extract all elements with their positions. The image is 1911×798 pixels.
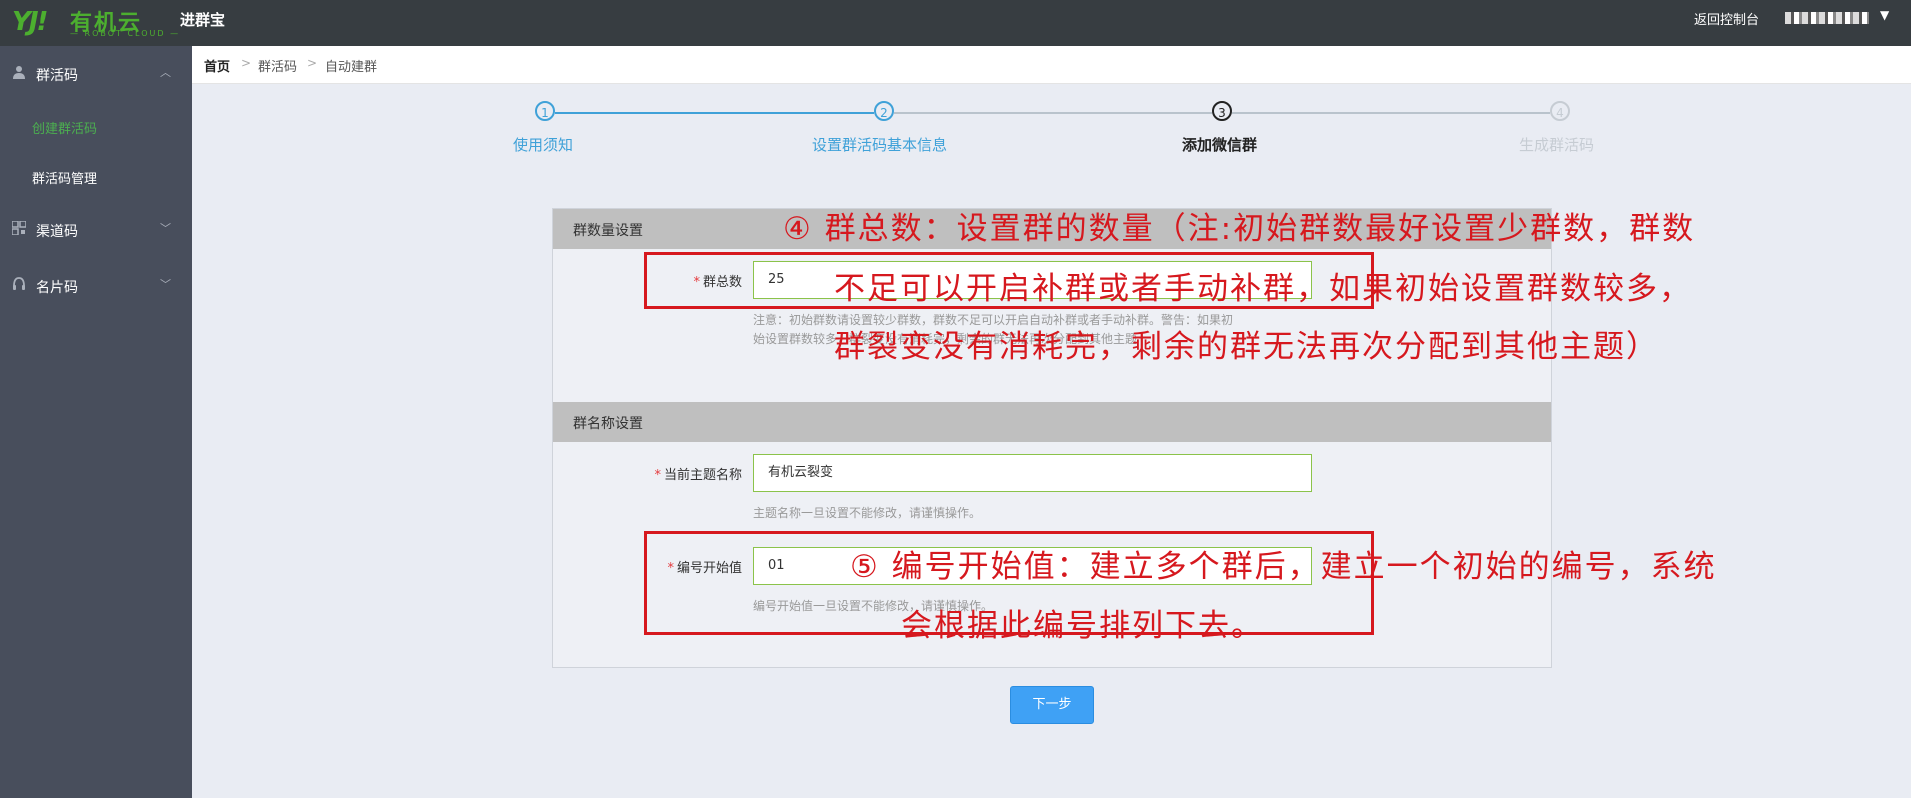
sidebar-item-channel-qr[interactable]: 渠道码 ﹀: [0, 210, 192, 250]
step-1-label: 使用须知: [513, 136, 574, 154]
chevron-down-icon: ﹀: [160, 222, 171, 235]
breadcrumb-current: 自动建群: [325, 60, 378, 75]
brand-logo[interactable]: YJ! 有机云 — ROBOT CLOUD —: [12, 5, 178, 39]
product-name: 进群宝: [180, 11, 226, 29]
user-name-blurred[interactable]: [1785, 12, 1869, 24]
annotation-note-4-line-2: 不足可以开启补群或者手动补群，如果初始设置群数较多，: [834, 271, 1692, 307]
annotation-note-5-line-2: 会根据此编号排列下去。: [901, 608, 1264, 644]
step-connector: [1232, 112, 1550, 114]
logo-mark: YJ!: [12, 7, 48, 37]
top-bar: YJ! 有机云 — ROBOT CLOUD — 进群宝 返回控制台 ▼: [0, 0, 1911, 46]
next-step-button[interactable]: 下一步: [1010, 686, 1094, 724]
user-icon: [13, 66, 25, 79]
breadcrumb-home[interactable]: 首页: [204, 56, 230, 75]
theme-name-label: * 当前主题名称: [654, 468, 742, 483]
chevron-up-icon: ︿: [160, 66, 171, 79]
qr-grid-icon: [12, 221, 26, 235]
step-2-label: 设置群活码基本信息: [812, 136, 948, 154]
sidebar: 群活码 ︿ 创建群活码 群活码管理 渠道码 ﹀ 名片码 ﹀: [0, 46, 192, 798]
theme-name-hint: 主题名称一旦设置不能修改，请谨慎操作。: [753, 506, 982, 520]
chevron-down-icon: ﹀: [160, 278, 171, 291]
breadcrumb-item[interactable]: 群活码: [258, 56, 297, 75]
annotation-note-4-line-1: ④ 群总数：设置群的数量（注:初始群数最好设置少群数，群数: [783, 211, 1696, 247]
section-title: 群名称设置: [573, 416, 643, 432]
step-connector: [894, 112, 1212, 114]
annotation-note-4-line-3: 群裂变没有消耗完，剩余的群无法再次分配到其他主题）: [834, 329, 1659, 365]
step-3-label: 添加微信群: [1182, 136, 1258, 154]
breadcrumb-separator-icon: >: [307, 56, 318, 70]
step-4-circle: 4: [1550, 101, 1570, 121]
step-connector: [555, 112, 874, 114]
theme-name-input[interactable]: 有机云裂变: [753, 454, 1312, 492]
step-2-circle: 2: [874, 101, 894, 121]
sidebar-item-label: 渠道码: [36, 224, 78, 240]
headset-icon: [13, 277, 25, 290]
breadcrumb-separator-icon: >: [241, 56, 252, 70]
sidebar-subitem-create[interactable]: 创建群活码: [32, 118, 97, 137]
sidebar-item-label: 名片码: [36, 280, 78, 296]
sidebar-item-card-qr[interactable]: 名片码 ﹀: [0, 266, 192, 306]
logo-subtext: — ROBOT CLOUD —: [70, 29, 181, 38]
step-1-circle: 1: [535, 101, 555, 121]
user-menu-caret-icon[interactable]: ▼: [1880, 8, 1889, 22]
sidebar-item-group-qr[interactable]: 群活码 ︿: [0, 54, 192, 94]
sidebar-subitem-manage[interactable]: 群活码管理: [32, 168, 97, 187]
sidebar-item-label: 群活码: [36, 68, 78, 84]
section-header-group-name: 群名称设置: [553, 402, 1551, 442]
back-to-console-link[interactable]: 返回控制台: [1694, 9, 1759, 28]
step-4-label: 生成群活码: [1519, 136, 1595, 154]
breadcrumb: 首页 > 群活码 > 自动建群: [192, 46, 1911, 84]
annotation-note-5-line-1: ⑤ 编号开始值：建立多个群后，建立一个初始的编号，系统: [850, 549, 1717, 585]
section-title: 群数量设置: [573, 223, 643, 239]
step-3-circle: 3: [1212, 101, 1232, 121]
